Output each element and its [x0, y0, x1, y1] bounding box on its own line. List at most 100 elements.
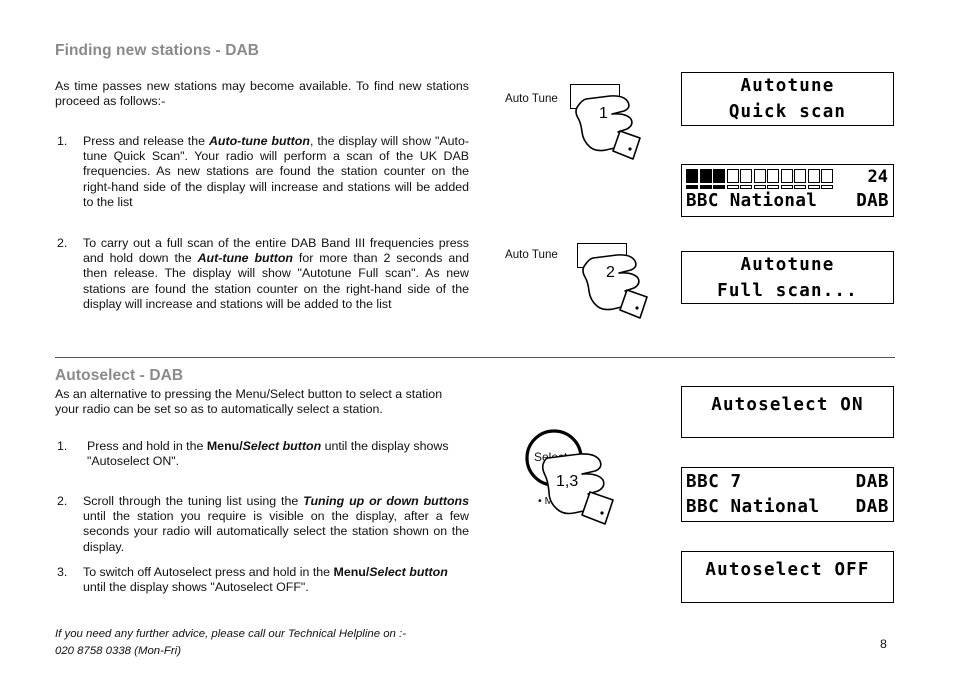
illustration-menu-select-knob: Select • Menu 1,3 — [518, 428, 648, 528]
list-item-text: Press and hold in the Menu/Select button… — [87, 439, 469, 469]
display-autotune-quick-scan: Autotune Quick scan — [681, 72, 894, 126]
progress-block-body — [740, 169, 752, 183]
progress-block-foot — [699, 185, 712, 189]
list-item-text: Press and release the Auto-tune button, … — [83, 134, 469, 210]
list-item: 1. Press and hold in the Menu/Select but… — [57, 439, 469, 469]
text-run: To switch off Autoselect press and hold … — [83, 565, 334, 579]
list-item-number: 1. — [57, 439, 68, 453]
progress-block-filled — [699, 169, 712, 189]
display-line-1: Autotune — [740, 76, 835, 96]
progress-block-foot — [713, 185, 725, 189]
step-number-badge: 2 — [606, 264, 615, 281]
display-line-1: Autoselect ON — [711, 395, 864, 415]
page-number: 8 — [880, 637, 887, 651]
progress-block-body — [699, 169, 712, 183]
text-run-emphasis: Tuning up or down buttons — [303, 494, 469, 508]
text-run: Press and hold in the — [87, 439, 207, 453]
station-name: BBC National — [686, 191, 818, 211]
display-line-1: Autotune — [740, 254, 835, 275]
text-run: until the station you require is visible… — [83, 509, 469, 554]
text-run: Scroll through the tuning list using the — [83, 494, 304, 508]
display-autotune-full-scan: Autotune Full scan... — [681, 251, 894, 304]
list-item-text: To carry out a full scan of the entire D… — [83, 236, 469, 312]
progress-block-body — [767, 169, 779, 183]
footer-line-1: If you need any further advice, please c… — [55, 628, 406, 640]
text-run-emphasis: Menu/ — [206, 439, 243, 453]
text-run-emphasis: Select button — [242, 439, 322, 453]
pointing-hand-icon — [575, 95, 641, 160]
progress-block-foot — [807, 185, 820, 189]
station-list-row: BBC National DAB — [686, 495, 889, 520]
text-run-emphasis: Select button — [369, 565, 448, 579]
progress-block-body — [780, 169, 793, 183]
progress-block-empty — [753, 169, 766, 189]
text-run-emphasis: Aut-tune button — [197, 251, 293, 266]
progress-block-foot — [794, 185, 806, 189]
display-line-2: Quick scan — [728, 102, 847, 122]
list-item-number: 2. — [57, 494, 68, 508]
pointing-hand-icon — [582, 254, 648, 319]
list-item-number: 2. — [57, 236, 68, 250]
station-name: BBC 7 — [686, 472, 742, 492]
section-divider — [55, 357, 895, 358]
illustration-auto-tune-press-1: Auto Tune 1 — [500, 78, 650, 160]
progress-block-foot — [686, 185, 698, 189]
footer-line-2: 020 8758 0338 (Mon-Fri) — [55, 645, 181, 657]
list-item: 1. Press and release the Auto-tune butto… — [57, 134, 469, 210]
display-station-list: BBC 7 DAB BBC National DAB — [681, 467, 894, 522]
display-autoselect-on: Autoselect ON — [681, 386, 894, 438]
progress-block-body — [794, 169, 806, 183]
list-item-text: To switch off Autoselect press and hold … — [83, 565, 469, 595]
progress-block-body — [807, 169, 820, 183]
progress-block-foot — [780, 185, 793, 189]
band-indicator: DAB — [855, 497, 889, 517]
display-scan-progress: 24 BBC National DAB — [681, 164, 894, 217]
progress-row: 24 — [686, 168, 889, 189]
progress-blocks — [686, 168, 833, 189]
text-run-emphasis: Auto-tune button — [208, 134, 310, 148]
progress-block-body — [713, 169, 725, 183]
station-row: BBC National DAB — [686, 190, 889, 213]
progress-block-empty — [807, 169, 820, 189]
section2-intro-paragraph: As an alternative to pressing the Menu/S… — [55, 387, 443, 417]
progress-block-foot — [726, 185, 739, 189]
progress-block-body — [686, 169, 698, 183]
band-indicator: DAB — [855, 472, 889, 492]
list-item: 2. Scroll through the tuning list using … — [57, 494, 469, 555]
progress-block-empty — [780, 169, 793, 189]
progress-block-body — [821, 169, 833, 183]
progress-block-foot — [753, 185, 766, 189]
step-number-badge: 1 — [599, 105, 608, 122]
progress-block-empty — [726, 169, 739, 189]
display-autoselect-off: Autoselect OFF — [681, 551, 894, 603]
band-indicator: DAB — [856, 191, 889, 211]
station-list-row: BBC 7 DAB — [686, 470, 889, 495]
step-number-badge: 1,3 — [556, 473, 579, 490]
display-line-2: Full scan... — [717, 280, 858, 301]
progress-block-empty — [821, 169, 833, 189]
illustration-auto-tune-press-2: Auto Tune 2 — [505, 240, 655, 319]
text-run-emphasis: Menu/ — [333, 565, 370, 579]
list-item: 2. To carry out a full scan of the entir… — [57, 236, 469, 312]
progress-block-foot — [767, 185, 779, 189]
list-item-text: Scroll through the tuning list using the… — [83, 494, 469, 555]
section1-intro-paragraph: As time passes new stations may become a… — [55, 79, 469, 109]
display-line-1: Autoselect OFF — [705, 560, 870, 580]
pointing-hand-icon — [541, 453, 614, 525]
station-counter: 24 — [867, 167, 888, 187]
text-run: Press and release the — [83, 134, 209, 148]
progress-block-empty — [740, 169, 752, 189]
manual-page: Finding new stations - DAB As time passe… — [0, 0, 954, 673]
progress-block-foot — [821, 185, 833, 189]
list-item-number: 1. — [57, 134, 68, 148]
list-item: 3. To switch off Autoselect press and ho… — [57, 565, 469, 595]
progress-block-filled — [713, 169, 725, 189]
section-heading-autoselect: Autoselect - DAB — [55, 367, 184, 384]
progress-block-filled — [686, 169, 698, 189]
progress-block-empty — [767, 169, 779, 189]
station-name: BBC National — [686, 497, 820, 517]
progress-block-body — [753, 169, 766, 183]
progress-block-foot — [740, 185, 752, 189]
text-run: until the display shows "Autoselect OFF"… — [83, 580, 309, 595]
footer-helpline: If you need any further advice, please c… — [55, 626, 505, 660]
